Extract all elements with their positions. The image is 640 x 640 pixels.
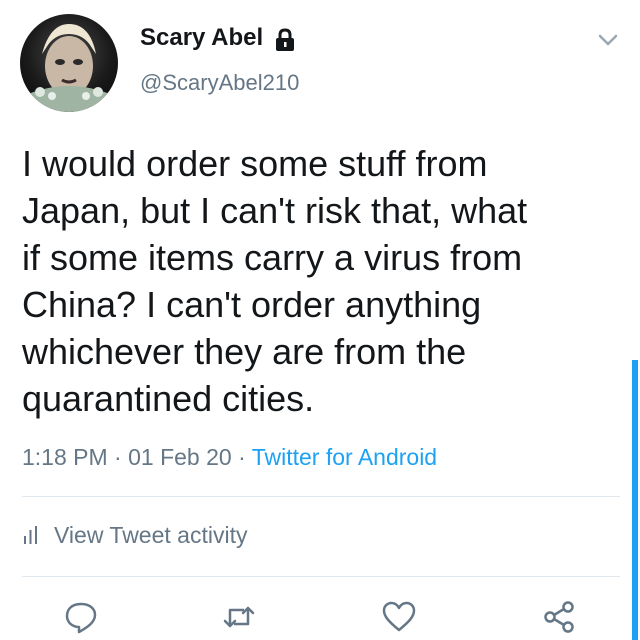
divider <box>22 576 620 577</box>
display-name[interactable]: Scary Abel <box>140 24 263 52</box>
tweet-text: I would order some stuff from Japan, but… <box>22 143 528 419</box>
tweet-time: 1:18 PM <box>22 444 108 470</box>
view-tweet-activity-label: View Tweet activity <box>54 522 248 548</box>
heart-icon[interactable] <box>382 600 416 634</box>
view-tweet-activity-link[interactable]: View Tweet activity <box>22 522 247 549</box>
meta-separator: · <box>231 444 252 470</box>
reply-icon[interactable] <box>64 600 98 634</box>
tweet-meta: 1:18 PM · 01 Feb 20 · Twitter for Androi… <box>22 444 437 471</box>
share-icon[interactable] <box>542 600 576 634</box>
retweet-icon[interactable] <box>222 600 256 634</box>
scrollbar[interactable] <box>632 360 638 640</box>
divider <box>22 496 620 497</box>
bar-chart-icon <box>24 526 37 544</box>
chevron-down-icon[interactable] <box>596 30 620 50</box>
avatar-image <box>28 24 110 112</box>
avatar[interactable] <box>20 14 118 112</box>
tweet-card: Scary Abel @ScaryAbel210 I would order s… <box>0 0 640 640</box>
meta-separator: · <box>107 444 129 470</box>
lock-icon <box>276 28 294 51</box>
tweet-date: 01 Feb 20 <box>128 444 232 470</box>
tweet-source-link[interactable]: Twitter for Android <box>252 444 437 470</box>
user-handle[interactable]: @ScaryAbel210 <box>140 70 299 96</box>
